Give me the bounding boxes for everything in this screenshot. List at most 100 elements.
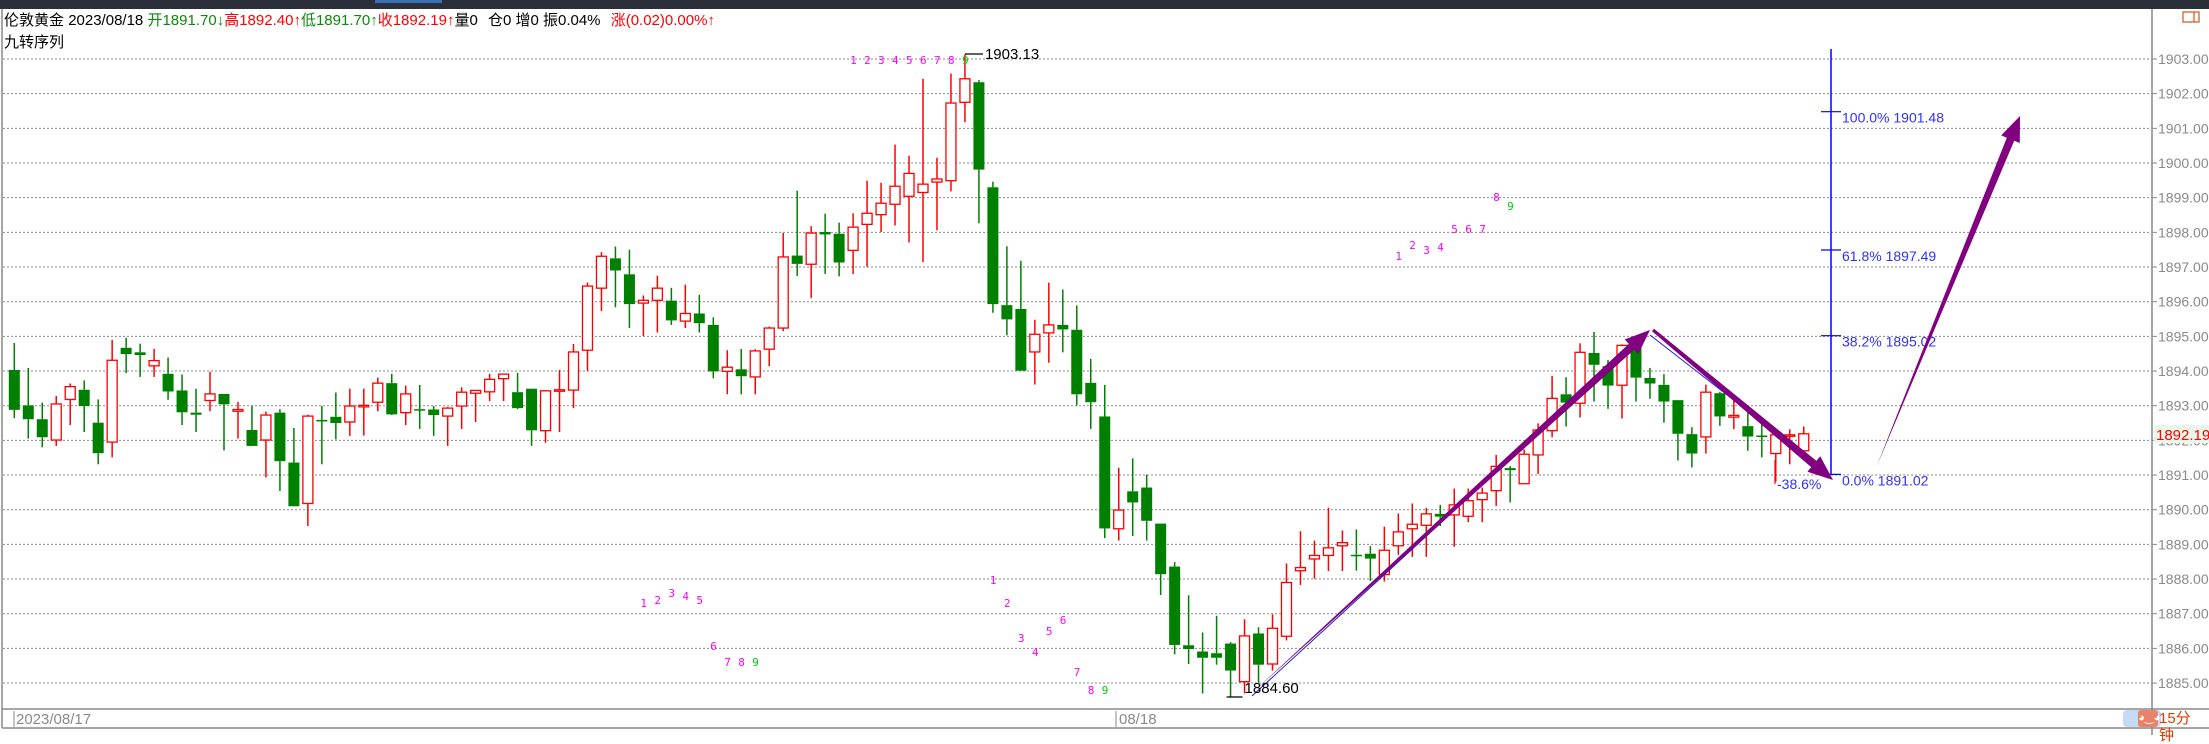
candle[interactable] [162, 357, 174, 400]
candle[interactable] [120, 337, 132, 374]
candle[interactable] [1756, 423, 1768, 458]
candle[interactable] [637, 295, 650, 337]
candle[interactable] [414, 384, 426, 429]
candle[interactable] [400, 385, 412, 426]
candle[interactable] [106, 339, 118, 458]
candle[interactable] [1700, 384, 1712, 454]
up-trend-arrow[interactable] [1252, 330, 1650, 693]
candle[interactable] [1490, 454, 1502, 506]
candle[interactable] [1588, 331, 1600, 402]
candle[interactable] [875, 182, 887, 233]
candle[interactable] [1364, 546, 1376, 581]
candle[interactable] [1015, 260, 1027, 371]
candle[interactable] [1518, 449, 1530, 485]
candle[interactable] [1546, 375, 1558, 438]
candle[interactable] [1085, 358, 1097, 429]
candle[interactable] [1336, 530, 1349, 572]
candle[interactable] [861, 180, 873, 267]
candle[interactable] [36, 402, 48, 448]
candle[interactable] [483, 373, 496, 402]
candle[interactable] [693, 294, 705, 333]
candle[interactable] [1127, 458, 1139, 537]
candle[interactable] [497, 373, 510, 402]
candle[interactable] [567, 343, 580, 409]
candle[interactable] [833, 222, 845, 277]
period-label[interactable]: 15分钟 [2159, 710, 2203, 744]
candle[interactable] [386, 373, 398, 416]
candle[interactable] [1742, 412, 1754, 451]
candle[interactable] [1672, 400, 1684, 461]
candle[interactable] [1392, 513, 1404, 555]
candle[interactable] [1322, 507, 1335, 572]
candle[interactable] [78, 380, 90, 433]
candle[interactable] [777, 233, 789, 332]
candle[interactable] [260, 411, 272, 478]
candle[interactable] [456, 387, 468, 429]
candle[interactable] [1225, 642, 1237, 697]
candle[interactable] [526, 388, 538, 446]
candle[interactable] [917, 78, 929, 263]
candlestick-chart[interactable]: 1 2 3 4 5 6 7 8 91 23 4 567 8 912345678 912 3 45 6 789 100… [0, 0, 2209, 735]
candle[interactable] [1141, 474, 1153, 541]
candle[interactable] [1686, 427, 1698, 468]
candle[interactable] [358, 388, 370, 436]
candle[interactable] [218, 393, 230, 451]
candle[interactable] [1504, 466, 1516, 503]
candle[interactable] [1099, 384, 1111, 539]
candle[interactable] [1197, 632, 1209, 694]
candle[interactable] [931, 157, 943, 231]
candle[interactable] [889, 144, 901, 226]
candle[interactable] [1266, 614, 1279, 671]
candle[interactable] [246, 406, 258, 446]
candle[interactable] [64, 383, 76, 426]
candle[interactable] [204, 371, 216, 412]
candle[interactable] [1448, 488, 1460, 547]
candle[interactable] [1057, 289, 1069, 353]
candle[interactable] [707, 317, 719, 379]
candle[interactable] [679, 284, 691, 329]
candle[interactable] [791, 190, 803, 277]
candle[interactable] [344, 388, 356, 436]
fibonacci-tool[interactable]: 100.0% 1901.48 61.8% 1897.49 38.2% 1895.02… [1821, 49, 1944, 488]
candle[interactable] [148, 348, 160, 377]
candle[interactable] [1001, 246, 1013, 336]
projection-arrow[interactable] [1876, 116, 2020, 468]
candle[interactable] [1630, 346, 1642, 402]
candle[interactable] [22, 367, 34, 439]
candle[interactable] [1798, 426, 1810, 452]
candle[interactable] [1294, 531, 1307, 585]
candle[interactable] [1658, 374, 1670, 423]
window-restore-icon[interactable] [2182, 11, 2200, 23]
candle[interactable] [1113, 467, 1125, 541]
candle[interactable] [847, 213, 859, 274]
candle[interactable] [805, 226, 817, 298]
candle[interactable] [92, 399, 104, 465]
candle[interactable] [1574, 343, 1586, 418]
candle[interactable] [987, 181, 999, 313]
candle[interactable] [50, 395, 62, 446]
candle[interactable] [819, 213, 831, 274]
candle[interactable] [763, 326, 775, 367]
candle[interactable] [1155, 523, 1167, 595]
candle[interactable] [1183, 595, 1195, 664]
candle[interactable] [623, 249, 635, 329]
candle[interactable] [428, 406, 440, 436]
candle[interactable] [1043, 282, 1055, 363]
candle[interactable] [903, 155, 915, 243]
candle[interactable] [1253, 627, 1265, 683]
candle[interactable] [8, 342, 20, 419]
candle[interactable] [735, 348, 747, 395]
candle[interactable] [1644, 367, 1656, 399]
candle[interactable] [651, 275, 664, 333]
candle[interactable] [553, 369, 566, 433]
candle[interactable] [581, 282, 594, 371]
candle[interactable] [1308, 540, 1321, 579]
candle[interactable] [721, 350, 733, 395]
candle[interactable] [1211, 615, 1223, 665]
candle[interactable] [1169, 562, 1181, 655]
candle[interactable] [274, 409, 286, 491]
candle[interactable] [539, 390, 552, 443]
candle[interactable] [372, 377, 384, 412]
candle[interactable] [665, 287, 677, 325]
period-selector[interactable]: ◕‿◕ 15分钟 [2123, 710, 2203, 744]
